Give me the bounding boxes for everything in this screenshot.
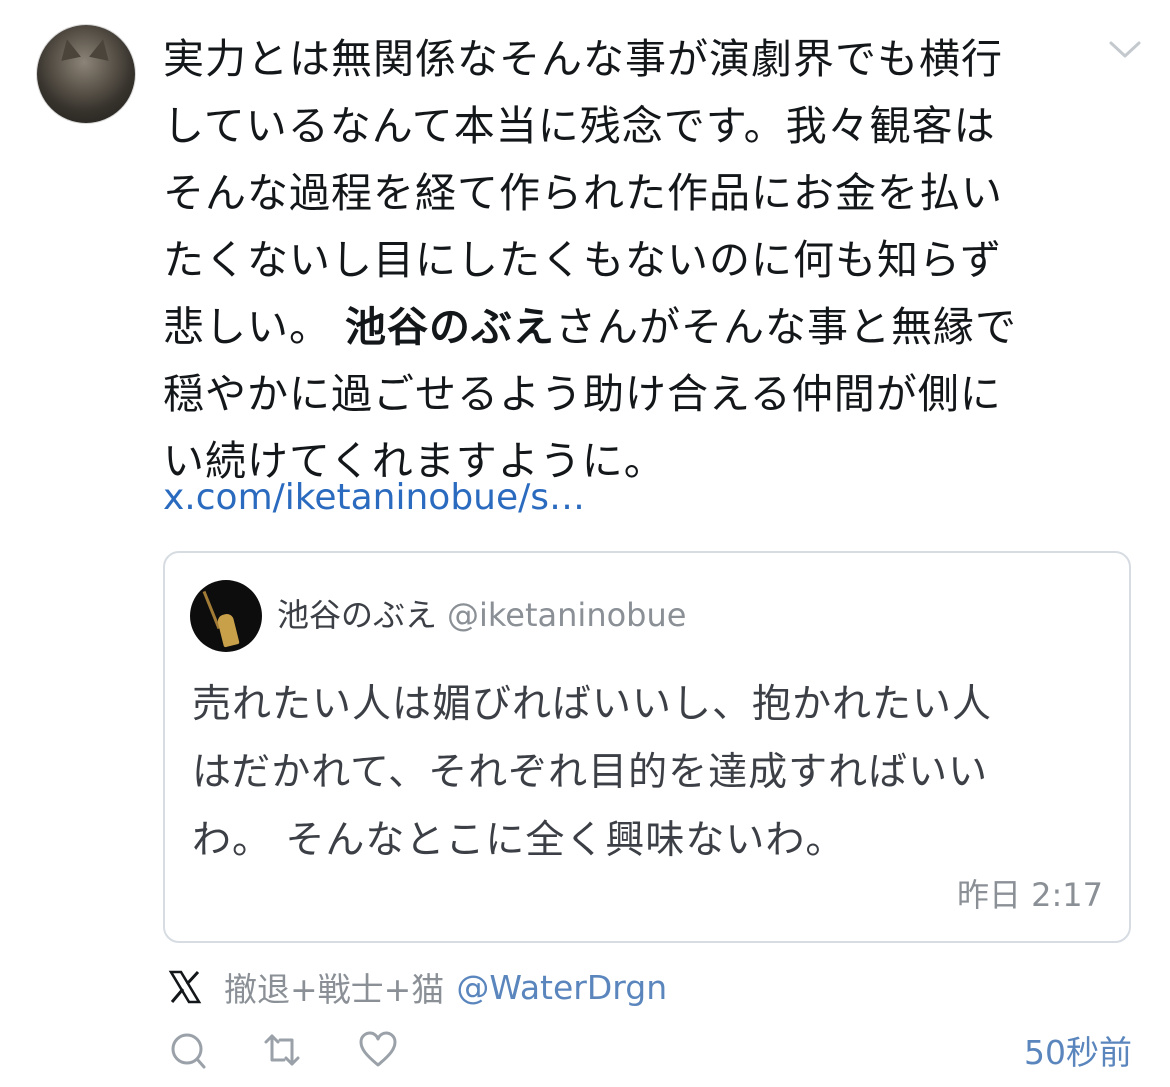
quoted-tweet-card[interactable]: 池谷のぶえ @iketaninobue 売れたい人は媚びればいいし、抱かれたい人 … — [163, 551, 1131, 943]
quoted-handle[interactable]: @iketaninobue — [447, 596, 686, 634]
time-ago: 50秒前 — [1024, 1033, 1132, 1072]
quoted-timestamp: 昨日 2:17 — [956, 876, 1103, 914]
x-logo-icon — [168, 970, 202, 1004]
source-handle[interactable]: @WaterDrgn — [456, 968, 667, 1007]
avatar-ear-right — [89, 37, 113, 61]
author-avatar[interactable] — [37, 25, 135, 123]
quoted-avatar[interactable] — [190, 580, 262, 652]
retweet-icon[interactable] — [262, 1030, 302, 1070]
tweet-mention[interactable]: 池谷のぶえ — [345, 303, 555, 351]
quoted-name[interactable]: 池谷のぶえ — [277, 596, 437, 634]
quoted-header: 池谷のぶえ @iketaninobue — [277, 593, 686, 637]
tweet-link[interactable]: x.com/iketaninobue/s… — [163, 470, 585, 526]
reply-icon[interactable] — [168, 1030, 208, 1070]
chevron-down-icon[interactable] — [1108, 38, 1142, 60]
source-username[interactable]: 撤退+戦士+猫 — [224, 963, 444, 1011]
quoted-avatar-figure — [216, 612, 240, 648]
avatar-ear-left — [57, 37, 81, 61]
source-attribution: 撤退+戦士+猫 @WaterDrgn — [168, 964, 667, 1010]
quoted-text: 売れたい人は媚びればいいし、抱かれたい人 はだかれて、それぞれ目的を達成すればい… — [192, 682, 993, 863]
like-icon[interactable] — [358, 1030, 398, 1070]
tweet-text: 実力とは無関係なそんな事が演劇界でも横行 しているなんて本当に残念です。我々観客… — [163, 26, 1103, 495]
